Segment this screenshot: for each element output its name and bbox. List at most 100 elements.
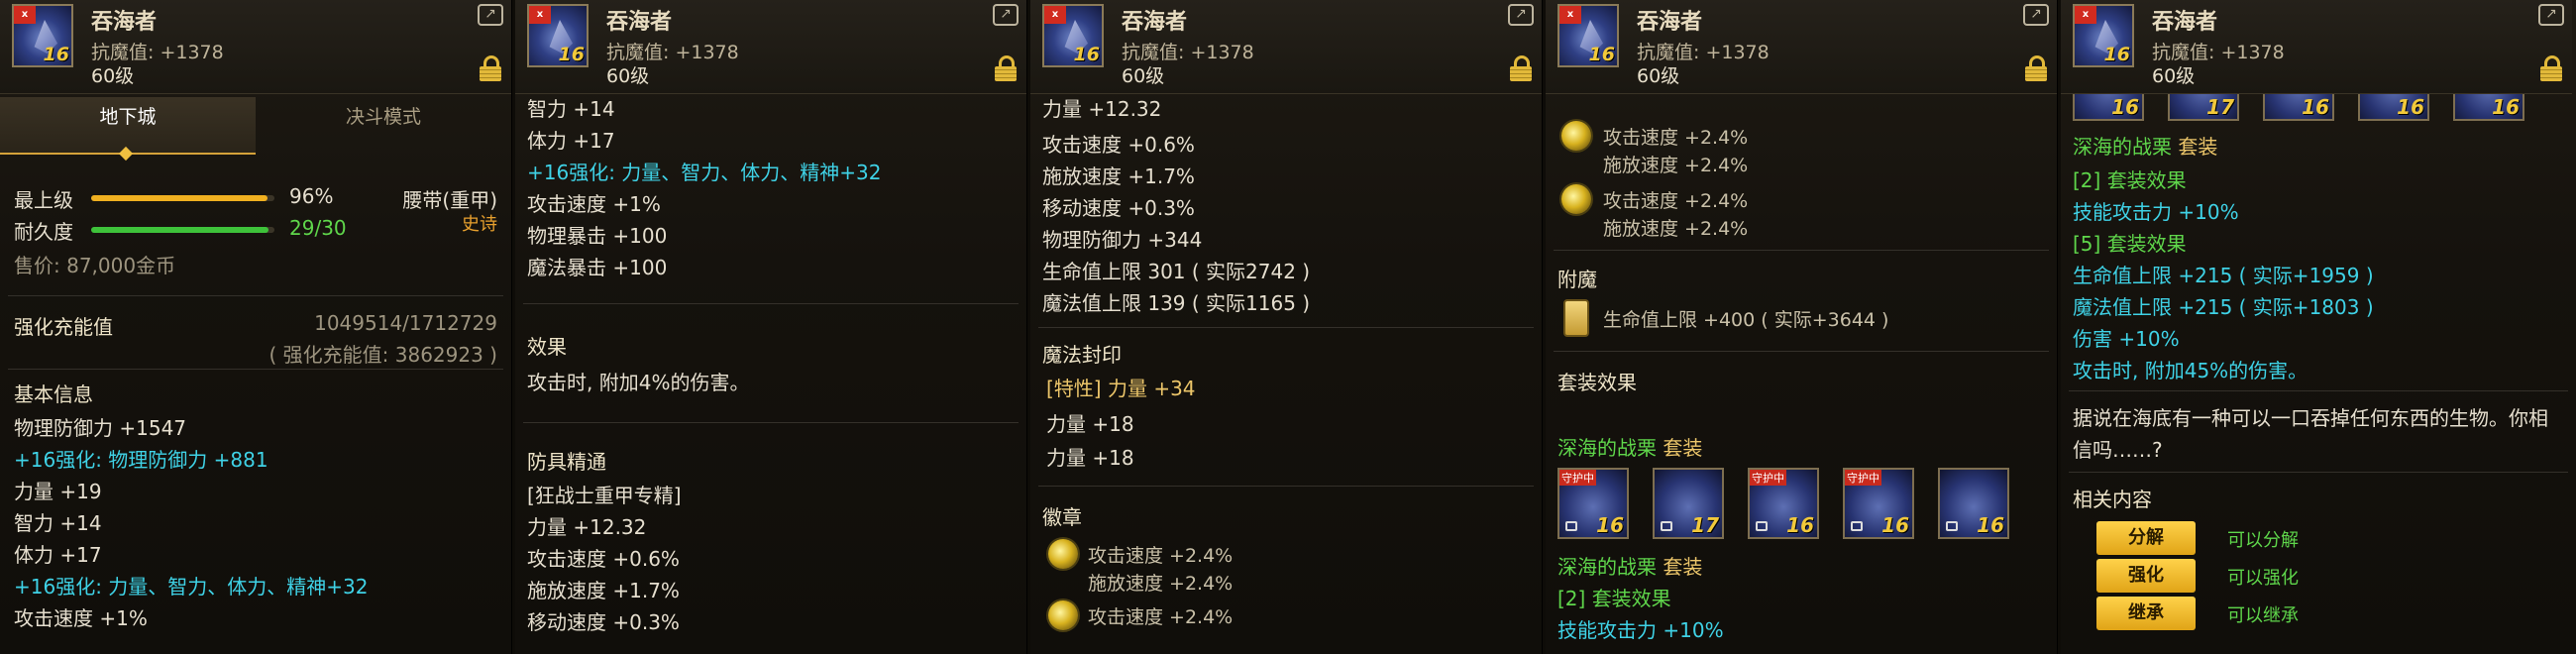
divider <box>1554 351 2049 352</box>
set-item-slot[interactable]: 守护中 16 <box>1557 468 1629 539</box>
seal-line: 力量 +18 <box>1046 412 1134 436</box>
set-item-slot[interactable]: 守护中 16 <box>1748 468 1819 539</box>
thumb-tag: x <box>2075 6 2096 24</box>
emblem-gem-icon <box>1048 600 1078 630</box>
item-level: 60级 <box>91 65 135 87</box>
seal-line: 力量 +18 <box>1046 446 1134 470</box>
set-item-level: 16 <box>1596 513 1624 537</box>
item-header: x 16 吞海者 抗魔值: +1378 60级 ↗ <box>1546 0 2057 94</box>
share-icon[interactable]: ↗ <box>2538 4 2564 26</box>
set-item-slot[interactable]: 16 <box>1938 468 2009 539</box>
set-tag: 套装 <box>2178 135 2218 159</box>
stat-line: 攻击速度 +0.6% <box>1042 133 1195 157</box>
lock-icon <box>1946 521 1958 531</box>
emblem-gem-icon <box>1561 184 1591 214</box>
emblem-gem-icon <box>1048 539 1078 569</box>
tab-pvp[interactable]: 决斗模式 <box>256 97 511 155</box>
item-thumbnail: x 16 <box>2073 4 2134 67</box>
lock-icon[interactable] <box>1510 55 1532 81</box>
emblem-line: 施放速度 +2.4% <box>1088 573 1234 595</box>
lock-icon[interactable] <box>2025 55 2047 81</box>
set-name: 深海的战栗 套装 <box>1557 432 1702 461</box>
grade-bar-fill <box>91 195 268 201</box>
set-item-slot[interactable]: 16 <box>2263 93 2334 121</box>
tooltip-panel-2: x 16 吞海者 抗魔值: +1378 60级 ↗ 智力 +14 体力 +17 … <box>515 0 1027 654</box>
set-name-text: 深海的战栗 <box>1557 555 1657 579</box>
divider <box>2069 390 2568 391</box>
set-item-slot[interactable]: 16 <box>2358 93 2429 121</box>
tooltip-panel-5: x 16 吞海者 抗魔值: +1378 60级 ↗ 16 17 16 16 16… <box>2061 0 2576 654</box>
set-item-level: 16 <box>1881 513 1909 537</box>
item-level: 60级 <box>2152 65 2196 87</box>
enhance-button[interactable]: 强化 <box>2096 559 2196 593</box>
thumb-tag: x <box>529 6 551 24</box>
emblem-line: 施放速度 +2.4% <box>1603 218 1749 240</box>
tooltip-panel-3: x 16 吞海者 抗魔值: +1378 60级 ↗ 力量 +12.32 攻击速度… <box>1030 0 1543 654</box>
item-resist: 抗魔值: +1378 <box>1122 42 1254 63</box>
set-name-text: 深海的战栗 <box>1557 436 1657 460</box>
item-header: x 16 吞海者 抗魔值: +1378 60级 ↗ <box>515 0 1026 94</box>
share-icon[interactable]: ↗ <box>993 4 1019 26</box>
mode-tabs: 地下城 决斗模式 <box>0 97 511 155</box>
durability-bar-fill <box>91 227 268 233</box>
set-bonus-line: [2] 套装效果 <box>2073 168 2187 192</box>
slot-type: 腰带(重甲) <box>402 188 497 212</box>
divider <box>8 369 503 370</box>
enhance-level: 16 <box>1073 44 1100 65</box>
lock-icon[interactable] <box>2540 55 2562 81</box>
charge-total: ( 强化充能值: 3862923 ) <box>268 343 498 367</box>
set-effect-title: 套装效果 <box>1557 371 1637 394</box>
set-item-slot[interactable]: 16 <box>2453 93 2524 121</box>
tab-dungeon[interactable]: 地下城 <box>0 97 256 155</box>
divider <box>1038 327 1534 328</box>
mastery-line: 施放速度 +1.7% <box>527 579 680 602</box>
grade-label: 最上级 <box>14 188 73 212</box>
lock-icon[interactable] <box>480 55 501 81</box>
divider <box>8 295 503 296</box>
stat-line: +16强化: 力量、智力、体力、精神+32 <box>527 161 882 184</box>
effect-title: 效果 <box>527 335 567 359</box>
inherit-button[interactable]: 继承 <box>2096 597 2196 630</box>
item-resist: 抗魔值: +1378 <box>606 42 739 63</box>
set-item-strip: 16 17 16 16 16 <box>2061 93 2576 123</box>
enchant-text: 生命值上限 +400 ( 实际+3644 ) <box>1603 309 1889 331</box>
disassemble-button[interactable]: 分解 <box>2096 521 2196 555</box>
share-icon[interactable]: ↗ <box>1508 4 1534 26</box>
stat-line: +16强化: 物理防御力 +881 <box>14 448 268 472</box>
item-thumbnail: x 16 <box>12 4 73 67</box>
lock-icon[interactable] <box>995 55 1017 81</box>
stat-line: 力量 +12.32 <box>1042 97 1162 121</box>
share-icon[interactable]: ↗ <box>2023 4 2049 26</box>
item-level: 60级 <box>1637 65 1680 87</box>
divider <box>2069 472 2568 473</box>
stat-line: 魔法值上限 139 ( 实际1165 ) <box>1042 291 1311 315</box>
share-icon[interactable]: ↗ <box>478 4 503 26</box>
set-item-level: 16 <box>2111 95 2139 119</box>
related-title: 相关内容 <box>2073 488 2152 511</box>
stat-line: 智力 +14 <box>14 511 102 535</box>
seal-line: [特性] 力量 +34 <box>1046 377 1196 400</box>
item-resist: 抗魔值: +1378 <box>91 42 224 63</box>
basic-info-title: 基本信息 <box>14 382 93 406</box>
set-item-slot[interactable]: 16 <box>2073 93 2144 121</box>
emblem-line: 攻击速度 +2.4% <box>1088 545 1234 567</box>
item-resist: 抗魔值: +1378 <box>1637 42 1770 63</box>
enhance-level: 16 <box>558 44 585 65</box>
stat-line: +16强化: 力量、智力、体力、精神+32 <box>14 575 369 599</box>
set-item-slot[interactable]: 17 <box>2168 93 2239 121</box>
lock-icon <box>1565 521 1577 531</box>
set-item-slot[interactable]: 17 <box>1653 468 1724 539</box>
durability-value: 29/30 <box>289 216 347 240</box>
thumb-tag: x <box>14 6 36 24</box>
item-name: 吞海者 <box>91 10 158 35</box>
set-item-slot[interactable]: 守护中 16 <box>1843 468 1914 539</box>
mastery-line: 攻击速度 +0.6% <box>527 547 680 571</box>
item-name: 吞海者 <box>1122 10 1188 35</box>
stat-line: 智力 +14 <box>527 97 615 121</box>
item-header: x 16 吞海者 抗魔值: +1378 60级 ↗ <box>2061 0 2572 94</box>
set-item-level: 16 <box>1786 513 1814 537</box>
set-bonus-line: 伤害 +10% <box>2073 327 2180 351</box>
effect-text: 攻击时, 附加4%的伤害。 <box>527 371 750 394</box>
flavor-text-line1: 据说在海底有一种可以一口吞掉任何东西的生物。你相 <box>2073 406 2548 430</box>
inherit-label: 可以继承 <box>2227 605 2299 626</box>
